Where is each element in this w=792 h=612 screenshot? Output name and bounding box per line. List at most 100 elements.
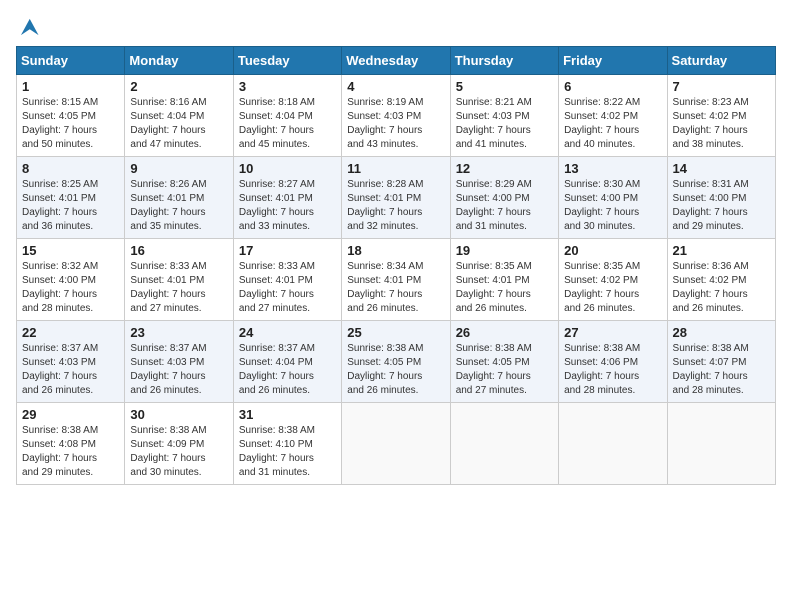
calendar-cell: 22 Sunrise: 8:37 AM Sunset: 4:03 PM Dayli… bbox=[17, 321, 125, 403]
page-header bbox=[16, 16, 776, 38]
day-number: 28 bbox=[673, 325, 770, 340]
day-number: 9 bbox=[130, 161, 227, 176]
calendar-cell: 10 Sunrise: 8:27 AM Sunset: 4:01 PM Dayli… bbox=[233, 157, 341, 239]
calendar-cell: 21 Sunrise: 8:36 AM Sunset: 4:02 PM Dayli… bbox=[667, 239, 775, 321]
calendar-cell: 1Sunrise: 8:15 AM Sunset: 4:05 PM Daylig… bbox=[17, 75, 125, 157]
calendar-cell: 25 Sunrise: 8:38 AM Sunset: 4:05 PM Dayli… bbox=[342, 321, 450, 403]
calendar-week-row: 22 Sunrise: 8:37 AM Sunset: 4:03 PM Dayli… bbox=[17, 321, 776, 403]
calendar-cell: 13 Sunrise: 8:30 AM Sunset: 4:00 PM Dayli… bbox=[559, 157, 667, 239]
weekday-header-wednesday: Wednesday bbox=[342, 47, 450, 75]
day-info: Sunrise: 8:33 AM Sunset: 4:01 PM Dayligh… bbox=[130, 260, 227, 316]
day-number: 31 bbox=[239, 407, 336, 422]
calendar-week-row: 1Sunrise: 8:15 AM Sunset: 4:05 PM Daylig… bbox=[17, 75, 776, 157]
day-info: Sunrise: 8:29 AM Sunset: 4:00 PM Dayligh… bbox=[456, 178, 553, 234]
calendar-week-row: 15Sunrise: 8:32 AM Sunset: 4:00 PM Dayli… bbox=[17, 239, 776, 321]
calendar-cell: 16 Sunrise: 8:33 AM Sunset: 4:01 PM Dayli… bbox=[125, 239, 233, 321]
logo bbox=[16, 16, 40, 38]
day-number: 20 bbox=[564, 243, 661, 258]
weekday-header-monday: Monday bbox=[125, 47, 233, 75]
logo-icon bbox=[18, 16, 40, 38]
calendar-cell: 24 Sunrise: 8:37 AM Sunset: 4:04 PM Dayli… bbox=[233, 321, 341, 403]
day-number: 17 bbox=[239, 243, 336, 258]
day-number: 21 bbox=[673, 243, 770, 258]
day-number: 23 bbox=[130, 325, 227, 340]
day-number: 15 bbox=[22, 243, 119, 258]
day-info: Sunrise: 8:33 AM Sunset: 4:01 PM Dayligh… bbox=[239, 260, 336, 316]
calendar-cell bbox=[559, 403, 667, 485]
calendar-cell: 5 Sunrise: 8:21 AM Sunset: 4:03 PM Daylig… bbox=[450, 75, 558, 157]
calendar-header-row: SundayMondayTuesdayWednesdayThursdayFrid… bbox=[17, 47, 776, 75]
day-number: 8 bbox=[22, 161, 119, 176]
calendar-cell: 23 Sunrise: 8:37 AM Sunset: 4:03 PM Dayli… bbox=[125, 321, 233, 403]
calendar-cell: 15Sunrise: 8:32 AM Sunset: 4:00 PM Dayli… bbox=[17, 239, 125, 321]
day-number: 24 bbox=[239, 325, 336, 340]
calendar-week-row: 8Sunrise: 8:25 AM Sunset: 4:01 PM Daylig… bbox=[17, 157, 776, 239]
calendar-cell: 17 Sunrise: 8:33 AM Sunset: 4:01 PM Dayli… bbox=[233, 239, 341, 321]
calendar-cell bbox=[450, 403, 558, 485]
day-info: Sunrise: 8:35 AM Sunset: 4:02 PM Dayligh… bbox=[564, 260, 661, 316]
calendar-cell: 8Sunrise: 8:25 AM Sunset: 4:01 PM Daylig… bbox=[17, 157, 125, 239]
day-info: Sunrise: 8:37 AM Sunset: 4:03 PM Dayligh… bbox=[22, 342, 119, 398]
calendar-week-row: 29 Sunrise: 8:38 AM Sunset: 4:08 PM Dayli… bbox=[17, 403, 776, 485]
day-number: 18 bbox=[347, 243, 444, 258]
day-number: 14 bbox=[673, 161, 770, 176]
day-info: Sunrise: 8:30 AM Sunset: 4:00 PM Dayligh… bbox=[564, 178, 661, 234]
calendar-cell bbox=[342, 403, 450, 485]
day-info: Sunrise: 8:38 AM Sunset: 4:09 PM Dayligh… bbox=[130, 424, 227, 480]
day-number: 16 bbox=[130, 243, 227, 258]
day-info: Sunrise: 8:21 AM Sunset: 4:03 PM Dayligh… bbox=[456, 96, 553, 152]
day-number: 22 bbox=[22, 325, 119, 340]
day-info: Sunrise: 8:23 AM Sunset: 4:02 PM Dayligh… bbox=[673, 96, 770, 152]
calendar-cell bbox=[667, 403, 775, 485]
day-number: 12 bbox=[456, 161, 553, 176]
weekday-header-tuesday: Tuesday bbox=[233, 47, 341, 75]
day-number: 11 bbox=[347, 161, 444, 176]
day-info: Sunrise: 8:38 AM Sunset: 4:05 PM Dayligh… bbox=[456, 342, 553, 398]
day-info: Sunrise: 8:38 AM Sunset: 4:08 PM Dayligh… bbox=[22, 424, 119, 480]
day-number: 19 bbox=[456, 243, 553, 258]
calendar-cell: 26Sunrise: 8:38 AM Sunset: 4:05 PM Dayli… bbox=[450, 321, 558, 403]
day-info: Sunrise: 8:37 AM Sunset: 4:04 PM Dayligh… bbox=[239, 342, 336, 398]
calendar-cell: 3Sunrise: 8:18 AM Sunset: 4:04 PM Daylig… bbox=[233, 75, 341, 157]
day-info: Sunrise: 8:31 AM Sunset: 4:00 PM Dayligh… bbox=[673, 178, 770, 234]
day-info: Sunrise: 8:35 AM Sunset: 4:01 PM Dayligh… bbox=[456, 260, 553, 316]
day-number: 3 bbox=[239, 79, 336, 94]
calendar-cell: 7 Sunrise: 8:23 AM Sunset: 4:02 PM Daylig… bbox=[667, 75, 775, 157]
calendar-cell: 29 Sunrise: 8:38 AM Sunset: 4:08 PM Dayli… bbox=[17, 403, 125, 485]
calendar-cell: 20 Sunrise: 8:35 AM Sunset: 4:02 PM Dayli… bbox=[559, 239, 667, 321]
calendar-cell: 27 Sunrise: 8:38 AM Sunset: 4:06 PM Dayli… bbox=[559, 321, 667, 403]
weekday-header-sunday: Sunday bbox=[17, 47, 125, 75]
day-info: Sunrise: 8:28 AM Sunset: 4:01 PM Dayligh… bbox=[347, 178, 444, 234]
calendar-cell: 14 Sunrise: 8:31 AM Sunset: 4:00 PM Dayli… bbox=[667, 157, 775, 239]
day-number: 7 bbox=[673, 79, 770, 94]
calendar-cell: 18 Sunrise: 8:34 AM Sunset: 4:01 PM Dayli… bbox=[342, 239, 450, 321]
day-number: 6 bbox=[564, 79, 661, 94]
calendar-cell: 6Sunrise: 8:22 AM Sunset: 4:02 PM Daylig… bbox=[559, 75, 667, 157]
day-info: Sunrise: 8:34 AM Sunset: 4:01 PM Dayligh… bbox=[347, 260, 444, 316]
day-number: 29 bbox=[22, 407, 119, 422]
weekday-header-thursday: Thursday bbox=[450, 47, 558, 75]
day-number: 5 bbox=[456, 79, 553, 94]
calendar-cell: 19 Sunrise: 8:35 AM Sunset: 4:01 PM Dayli… bbox=[450, 239, 558, 321]
day-info: Sunrise: 8:16 AM Sunset: 4:04 PM Dayligh… bbox=[130, 96, 227, 152]
day-info: Sunrise: 8:38 AM Sunset: 4:10 PM Dayligh… bbox=[239, 424, 336, 480]
day-info: Sunrise: 8:36 AM Sunset: 4:02 PM Dayligh… bbox=[673, 260, 770, 316]
day-number: 27 bbox=[564, 325, 661, 340]
calendar-cell: 12 Sunrise: 8:29 AM Sunset: 4:00 PM Dayli… bbox=[450, 157, 558, 239]
day-info: Sunrise: 8:27 AM Sunset: 4:01 PM Dayligh… bbox=[239, 178, 336, 234]
day-number: 25 bbox=[347, 325, 444, 340]
day-number: 2 bbox=[130, 79, 227, 94]
day-info: Sunrise: 8:26 AM Sunset: 4:01 PM Dayligh… bbox=[130, 178, 227, 234]
day-number: 10 bbox=[239, 161, 336, 176]
calendar-cell: 11 Sunrise: 8:28 AM Sunset: 4:01 PM Dayli… bbox=[342, 157, 450, 239]
weekday-header-saturday: Saturday bbox=[667, 47, 775, 75]
calendar-cell: 4Sunrise: 8:19 AM Sunset: 4:03 PM Daylig… bbox=[342, 75, 450, 157]
calendar-cell: 9 Sunrise: 8:26 AM Sunset: 4:01 PM Daylig… bbox=[125, 157, 233, 239]
day-info: Sunrise: 8:19 AM Sunset: 4:03 PM Dayligh… bbox=[347, 96, 444, 152]
day-info: Sunrise: 8:15 AM Sunset: 4:05 PM Dayligh… bbox=[22, 96, 119, 152]
calendar-table: SundayMondayTuesdayWednesdayThursdayFrid… bbox=[16, 46, 776, 485]
day-number: 13 bbox=[564, 161, 661, 176]
day-info: Sunrise: 8:37 AM Sunset: 4:03 PM Dayligh… bbox=[130, 342, 227, 398]
day-info: Sunrise: 8:38 AM Sunset: 4:06 PM Dayligh… bbox=[564, 342, 661, 398]
day-info: Sunrise: 8:38 AM Sunset: 4:05 PM Dayligh… bbox=[347, 342, 444, 398]
